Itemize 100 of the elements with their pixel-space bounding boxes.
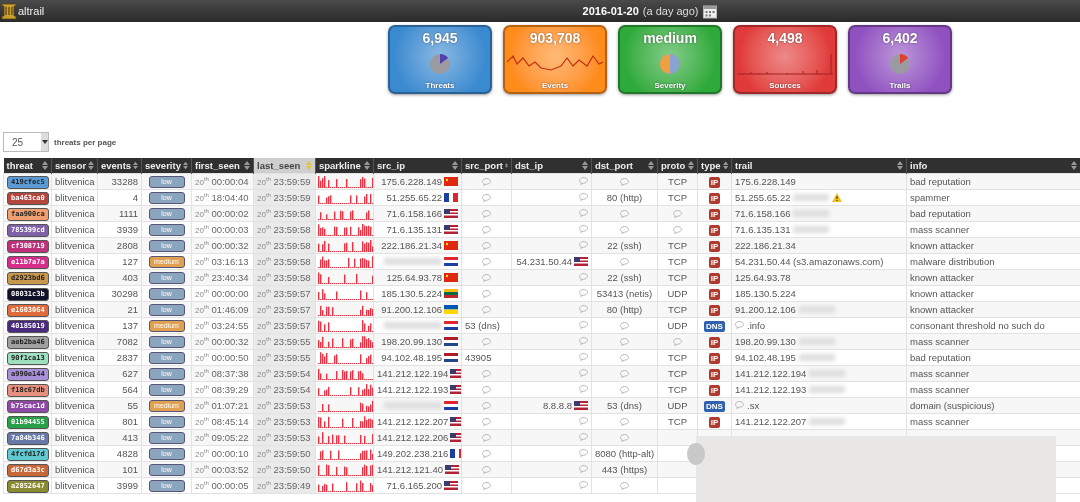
info-text: bad reputation: [910, 208, 971, 219]
sort-icon: [42, 161, 48, 170]
type-tag: DNS: [704, 400, 725, 412]
time-text: 23:59:55: [273, 352, 311, 363]
table-cell: 33288: [97, 173, 142, 190]
sort-icon: [306, 161, 312, 170]
day-label: 20$^{th}$: [257, 194, 271, 203]
column-header[interactable]: severity: [141, 158, 192, 174]
logo-icon: [1, 2, 17, 20]
time-text: 00:00:05: [211, 480, 249, 491]
time-text: 01:07:21: [211, 400, 249, 411]
info-text: mass scanner: [910, 336, 970, 347]
day-label: 20$^{th}$: [257, 434, 271, 443]
column-header[interactable]: type: [697, 158, 732, 174]
protocol-text: TCP: [668, 256, 687, 267]
column-header[interactable]: info: [906, 158, 1080, 174]
column-header[interactable]: sparkline: [315, 158, 374, 174]
column-header[interactable]: last_seen: [253, 158, 316, 174]
day-label: 20$^{th}$: [195, 482, 209, 491]
comment-icon: [673, 338, 682, 347]
column-header[interactable]: sensor: [51, 158, 98, 174]
sort-icon: [244, 161, 250, 170]
sort-icon: [648, 161, 654, 170]
info-text: mass scanner: [910, 368, 970, 379]
protocol-text: TCP: [668, 384, 687, 395]
sort-icon: [88, 161, 94, 170]
sparkline-chart: [318, 431, 373, 444]
stat-value: 4,498: [767, 30, 803, 46]
sparkline-chart: [318, 399, 373, 412]
time-text: 23:59:57: [273, 320, 311, 331]
time-text: 23:59:58: [273, 240, 311, 251]
day-label: 20$^{th}$: [257, 178, 271, 187]
sparkline-chart: [318, 367, 373, 380]
day-label: 20$^{th}$: [195, 354, 209, 363]
column-header[interactable]: src_port: [461, 158, 512, 174]
time-text: 03:16:13: [211, 256, 249, 267]
day-label: 20$^{th}$: [195, 466, 209, 475]
info-text: mass scanner: [910, 416, 970, 427]
column-header[interactable]: dst_ip: [511, 158, 592, 174]
day-label: 20$^{th}$: [257, 450, 271, 459]
info-text: known attacker: [910, 288, 974, 299]
trail-text[interactable]: .info: [747, 319, 765, 331]
table-cell: blitvenica: [51, 445, 98, 462]
column-header[interactable]: trail: [731, 158, 907, 174]
comment-icon: [735, 401, 744, 410]
day-label: 20$^{th}$: [195, 370, 209, 379]
day-label: 20$^{th}$: [195, 386, 209, 395]
stat-value: 6,945: [422, 30, 458, 46]
stat-label: Sources: [769, 81, 801, 90]
stat-label: Threats: [425, 81, 455, 90]
sort-icon: [182, 161, 188, 170]
calendar-icon[interactable]: [702, 3, 718, 19]
comment-icon: [482, 338, 491, 347]
table-cell: 3999: [97, 477, 142, 494]
time-text: 23:59:53: [273, 432, 311, 443]
sparkline-chart: [318, 255, 373, 268]
comment-icon: [620, 482, 629, 491]
stat-label: Severity: [654, 81, 686, 90]
day-label: 20$^{th}$: [257, 370, 271, 379]
table-cell: blitvenica: [51, 413, 98, 430]
info-text: domain (suspicious): [910, 400, 995, 411]
sort-icon: [1071, 161, 1077, 170]
sparkline-chart: [318, 383, 373, 396]
type-tag: IP: [708, 384, 721, 396]
type-tag: DNS: [704, 320, 725, 332]
relative-date: (a day ago): [642, 5, 699, 17]
type-tag: IP: [708, 368, 721, 380]
time-text: 23:59:50: [273, 448, 311, 459]
day-label: 20$^{th}$: [257, 402, 271, 411]
stat-card[interactable]: 6,402 Trails: [848, 25, 952, 94]
table-cell: 30298: [97, 285, 142, 302]
day-label: 20$^{th}$: [195, 194, 209, 203]
protocol-text: UDP: [667, 400, 688, 411]
day-label: 20$^{th}$: [195, 434, 209, 443]
time-text: 23:59:58: [273, 208, 311, 219]
time-text: 23:59:58: [273, 224, 311, 235]
column-header[interactable]: threat: [3, 158, 52, 174]
port-text: 443 (https): [601, 464, 648, 475]
time-text: 23:59:55: [273, 336, 311, 347]
date-text: 2016-01-20: [582, 5, 639, 17]
column-header[interactable]: first_seen: [191, 158, 254, 174]
trail-text[interactable]: .sx: [747, 399, 760, 411]
info-text: bad reputation: [910, 176, 971, 187]
sparkline-chart: [318, 191, 373, 204]
stat-card[interactable]: 4,498 Sources: [733, 25, 837, 94]
table-cell: 137: [97, 317, 142, 334]
column-header[interactable]: src_ip: [373, 158, 462, 174]
pie-chart: [889, 52, 911, 75]
time-text: 00:00:03: [211, 224, 249, 235]
stat-value: 6,402: [882, 30, 918, 46]
column-header[interactable]: events: [97, 158, 142, 174]
sort-icon: [133, 161, 138, 170]
column-header[interactable]: proto: [657, 158, 698, 174]
day-label: 20$^{th}$: [257, 322, 271, 331]
port-text: 53 (dns): [465, 320, 500, 331]
stat-label: Events: [541, 81, 569, 90]
column-header[interactable]: dst_port: [591, 158, 658, 174]
page-size-select[interactable]: 25: [3, 132, 49, 152]
table-cell: blitvenica: [51, 285, 98, 302]
sparkline-chart: [318, 175, 373, 188]
